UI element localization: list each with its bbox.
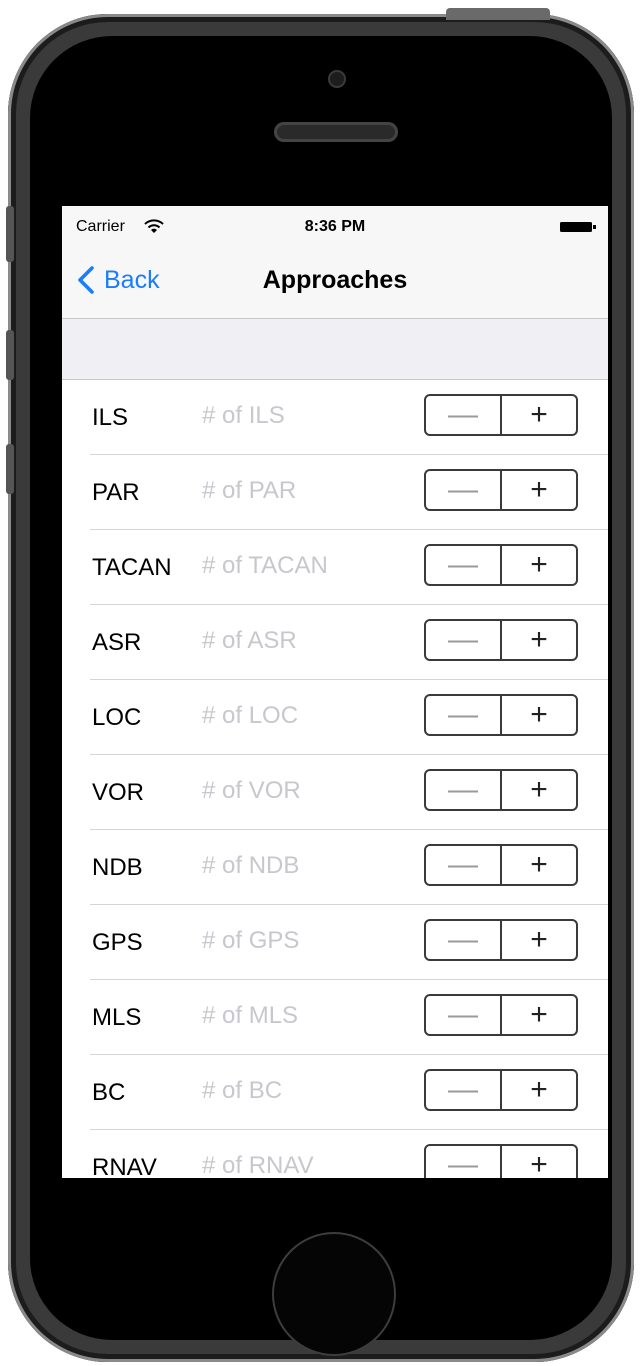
decrement-button[interactable]: — (426, 771, 502, 809)
approach-type-label: ASR (92, 629, 142, 656)
status-bar: Carrier 8:36 PM (62, 206, 608, 246)
count-stepper[interactable]: — + (424, 469, 578, 511)
list-item-rnav: RNAV — + (62, 1130, 608, 1178)
decrement-button[interactable]: — (426, 546, 502, 584)
approach-count-input[interactable] (202, 1146, 412, 1178)
approach-count-input[interactable] (202, 621, 412, 661)
approach-type-label: PAR (92, 479, 140, 506)
battery-icon (560, 222, 596, 232)
decrement-button[interactable]: — (426, 396, 502, 434)
increment-button[interactable]: + (502, 396, 576, 434)
approaches-list: ILS — + PAR — + TACAN — + ASR — + LOC — … (62, 380, 608, 1178)
approach-type-label: NDB (92, 854, 143, 881)
approach-type-label: BC (92, 1079, 126, 1106)
count-stepper[interactable]: — + (424, 394, 578, 436)
increment-button[interactable]: + (502, 546, 576, 584)
approach-type-label: TACAN (92, 554, 172, 581)
mute-switch (6, 206, 14, 262)
list-item-gps: GPS — + (62, 905, 608, 980)
decrement-button[interactable]: — (426, 621, 502, 659)
count-stepper[interactable]: — + (424, 769, 578, 811)
home-button[interactable] (272, 1232, 396, 1356)
count-stepper[interactable]: — + (424, 544, 578, 586)
list-item-bc: BC — + (62, 1055, 608, 1130)
approach-count-input[interactable] (202, 1071, 412, 1111)
approach-count-input[interactable] (202, 771, 412, 811)
count-stepper[interactable]: — + (424, 994, 578, 1036)
decrement-button[interactable]: — (426, 921, 502, 959)
section-header (62, 319, 608, 380)
approach-count-input[interactable] (202, 396, 412, 436)
list-item-ils: ILS — + (62, 380, 608, 455)
count-stepper[interactable]: — + (424, 1144, 578, 1178)
approach-type-label: ILS (92, 404, 129, 431)
page-title: Approaches (262, 266, 408, 294)
volume-up-button (6, 330, 14, 380)
volume-down-button (6, 444, 14, 494)
increment-button[interactable]: + (502, 696, 576, 734)
navigation-bar: Carrier 8:36 PM Back Approaches (62, 206, 608, 319)
approach-type-label: VOR (92, 779, 145, 806)
decrement-button[interactable]: — (426, 846, 502, 884)
approach-count-input[interactable] (202, 696, 412, 736)
approach-type-label: RNAV (92, 1154, 157, 1178)
increment-button[interactable]: + (502, 996, 576, 1034)
power-button (446, 8, 550, 20)
list-item-vor: VOR — + (62, 755, 608, 830)
clock: 8:36 PM (304, 218, 366, 235)
decrement-button[interactable]: — (426, 1146, 502, 1178)
approach-type-label: LOC (92, 704, 142, 731)
increment-button[interactable]: + (502, 471, 576, 509)
approach-count-input[interactable] (202, 996, 412, 1036)
count-stepper[interactable]: — + (424, 619, 578, 661)
increment-button[interactable]: + (502, 1071, 576, 1109)
increment-button[interactable]: + (502, 1146, 576, 1179)
approach-count-input[interactable] (202, 546, 412, 586)
approach-count-input[interactable] (202, 846, 412, 886)
decrement-button[interactable]: — (426, 696, 502, 734)
approach-count-input[interactable] (202, 471, 412, 511)
list-item-ndb: NDB — + (62, 830, 608, 905)
front-camera (328, 70, 346, 88)
approach-type-label: GPS (92, 929, 143, 956)
increment-button[interactable]: + (502, 621, 576, 659)
approach-type-label: MLS (92, 1004, 142, 1031)
list-item-asr: ASR — + (62, 605, 608, 680)
decrement-button[interactable]: — (426, 1071, 502, 1109)
count-stepper[interactable]: — + (424, 1069, 578, 1111)
list-item-par: PAR — + (62, 455, 608, 530)
count-stepper[interactable]: — + (424, 694, 578, 736)
decrement-button[interactable]: — (426, 471, 502, 509)
list-item-tacan: TACAN — + (62, 530, 608, 605)
app-screen: Carrier 8:36 PM Back Approaches ILS — (62, 206, 608, 1178)
increment-button[interactable]: + (502, 771, 576, 809)
increment-button[interactable]: + (502, 921, 576, 959)
decrement-button[interactable]: — (426, 996, 502, 1034)
approach-count-input[interactable] (202, 921, 412, 961)
list-item-mls: MLS — + (62, 980, 608, 1055)
increment-button[interactable]: + (502, 846, 576, 884)
earpiece-speaker (274, 122, 398, 142)
list-item-loc: LOC — + (62, 680, 608, 755)
count-stepper[interactable]: — + (424, 844, 578, 886)
count-stepper[interactable]: — + (424, 919, 578, 961)
